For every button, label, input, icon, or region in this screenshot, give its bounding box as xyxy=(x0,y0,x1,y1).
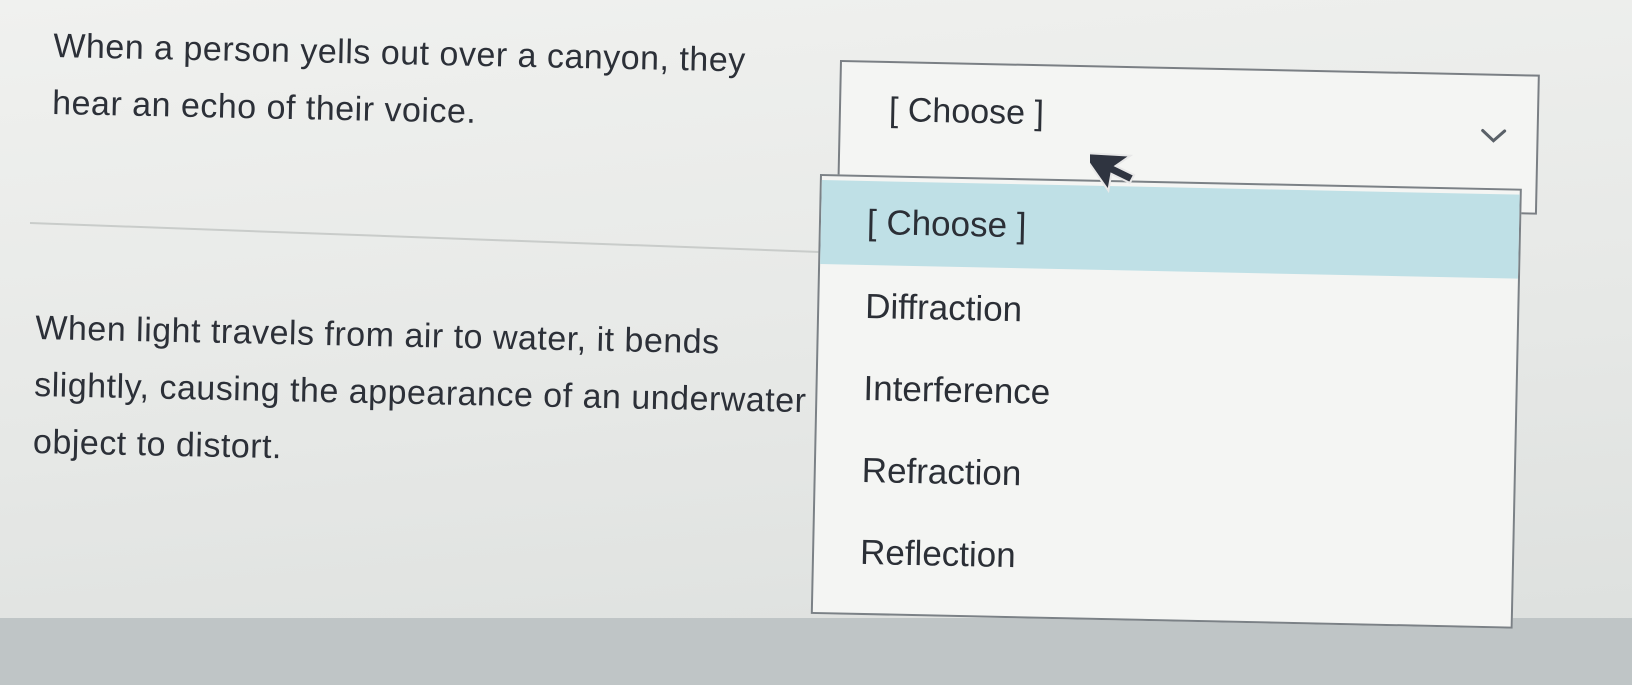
chevron-down-icon xyxy=(1481,128,1507,143)
question-divider xyxy=(29,222,830,254)
page-bottom-band xyxy=(0,618,1632,685)
question-2-text: When light travels from air to water, it… xyxy=(32,308,807,467)
select-value: [ Choose ] xyxy=(888,91,1045,133)
quiz-page: When a person yells out over a canyon, t… xyxy=(0,0,1632,685)
dropdown-option-reflection[interactable]: Reflection xyxy=(813,510,1513,609)
mouse-cursor-icon xyxy=(1090,151,1136,194)
question-1-text: When a person yells out over a canyon, t… xyxy=(51,26,747,131)
answer-1-dropdown-list: [ Choose ] Diffraction Interference Refr… xyxy=(810,174,1522,629)
dropdown-option-choose[interactable]: [ Choose ] xyxy=(820,180,1520,279)
